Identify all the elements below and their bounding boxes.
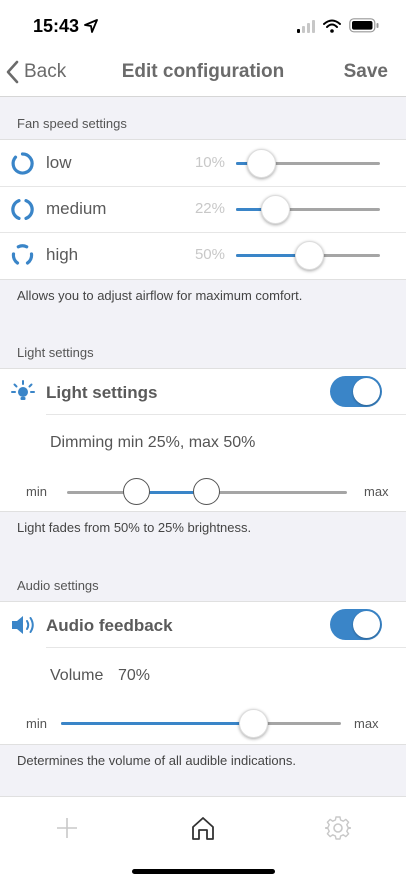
light-toggle[interactable]	[330, 376, 382, 407]
slider-thumb[interactable]	[247, 149, 276, 178]
save-button[interactable]: Save	[344, 61, 388, 83]
gear-icon[interactable]	[325, 815, 351, 841]
fan-high-slider[interactable]	[236, 241, 380, 270]
fan-low-icon	[11, 152, 34, 175]
fan-low-slider[interactable]	[236, 149, 380, 178]
volume-label: Volume	[50, 667, 104, 684]
slider-fill	[61, 722, 253, 725]
status-bar: 15:43	[0, 0, 406, 50]
fan-low-value: 10%	[194, 154, 225, 171]
volume-slider[interactable]	[61, 709, 341, 738]
fan-high-icon	[11, 244, 34, 265]
fan-medium-label: medium	[46, 199, 107, 218]
fan-footnote: Allows you to adjust airflow for maximum…	[17, 288, 303, 303]
fan-medium-slider[interactable]	[236, 195, 380, 224]
light-bulb-icon	[11, 380, 35, 400]
cellular-signal-icon	[297, 20, 315, 33]
fan-high-label: high	[46, 245, 79, 264]
fan-row-medium: medium 22%	[0, 187, 406, 232]
toggle-knob	[353, 611, 380, 638]
dimming-range-slider[interactable]	[67, 478, 347, 506]
home-indicator	[132, 869, 275, 874]
audio-section-header: Audio settings	[17, 578, 99, 593]
dimming-text: Dimming min 25%, max 50%	[50, 434, 256, 451]
volume-max-label: max	[354, 716, 379, 731]
home-icon[interactable]	[190, 815, 216, 841]
location-arrow-icon	[84, 19, 98, 33]
audio-footnote: Determines the volume of all audible ind…	[17, 753, 296, 768]
dimming-min-label: min	[26, 484, 47, 499]
light-footnote: Light fades from 50% to 25% brightness.	[17, 520, 252, 535]
fan-section-header: Fan speed settings	[17, 116, 127, 131]
volume-min-label: min	[26, 716, 47, 731]
audio-toggle[interactable]	[330, 609, 382, 640]
fan-medium-icon	[11, 199, 34, 220]
navigation-bar: Back Edit configuration Save	[0, 50, 406, 97]
fan-row-high: high 50%	[0, 233, 406, 279]
toggle-knob	[353, 378, 380, 405]
battery-icon	[349, 18, 379, 33]
status-time: 15:43	[33, 16, 80, 36]
fan-high-value: 50%	[194, 246, 225, 263]
range-max-thumb[interactable]	[193, 478, 220, 505]
light-section-header: Light settings	[17, 345, 94, 360]
slider-thumb[interactable]	[295, 241, 324, 270]
range-min-thumb[interactable]	[123, 478, 150, 505]
light-toggle-label: Light settings	[46, 383, 158, 402]
fan-row-low: low 10%	[0, 140, 406, 186]
fan-low-label: low	[46, 153, 72, 172]
volume-value: 70%	[118, 667, 151, 684]
slider-thumb[interactable]	[239, 709, 268, 738]
plus-icon[interactable]	[55, 816, 79, 840]
audio-settings-panel: Audio feedback Volume 70% min max	[0, 601, 406, 745]
slider-thumb[interactable]	[261, 195, 290, 224]
fan-settings-panel: low 10% medium 22% high 50%	[0, 139, 406, 280]
fan-medium-value: 22%	[194, 200, 225, 217]
dimming-max-label: max	[364, 484, 389, 499]
light-settings-panel: Light settings Dimming min 25%, max 50% …	[0, 368, 406, 512]
audio-toggle-label: Audio feedback	[46, 616, 173, 635]
speaker-icon	[12, 616, 34, 634]
wifi-icon	[323, 19, 341, 33]
